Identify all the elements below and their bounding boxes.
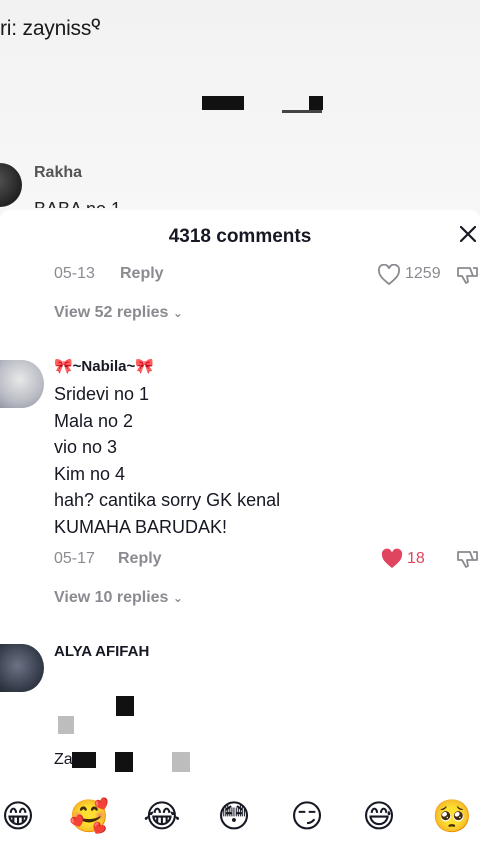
reply-button[interactable]: Reply: [120, 265, 164, 283]
chevron-down-icon: ⌄: [172, 591, 183, 605]
like-count: 1259: [405, 265, 441, 282]
close-icon: [459, 225, 477, 243]
redacted-block: [309, 96, 323, 110]
comment-line: Kim no 4: [54, 463, 126, 484]
emoji-smirk[interactable]: 😏: [287, 796, 327, 836]
view-replies-button[interactable]: View 52 replies ⌄: [54, 304, 183, 322]
dislike-button[interactable]: [456, 264, 480, 286]
redacted-block: [115, 752, 133, 772]
comment-line: KUMAHA BARUDAK!: [54, 516, 228, 537]
avatar[interactable]: [0, 360, 44, 408]
search-icon: Q: [91, 16, 101, 30]
comment-line: Mala no 2: [54, 410, 134, 431]
comment-username[interactable]: 🎀~Nabila~🎀: [54, 357, 154, 375]
comment-text: Sridevi no 1 Mala no 2 vio no 3 Kim no 4…: [54, 381, 280, 540]
heart-outline-icon: [377, 263, 401, 286]
view-replies-button[interactable]: View 10 replies ⌄: [54, 589, 183, 607]
thumbs-down-icon: [457, 551, 478, 568]
like-button[interactable]: [377, 263, 401, 286]
comment-line: hah? cantika sorry GK kenal: [54, 490, 281, 510]
heart-filled-icon: [381, 548, 403, 568]
comment-line: Sridevi no 1: [54, 384, 150, 404]
chevron-down-icon: ⌄: [172, 306, 183, 320]
comments-count-title: 4318 comments: [168, 226, 312, 247]
view-replies-label: View 52 replies: [54, 304, 169, 321]
dislike-button[interactable]: [456, 548, 480, 570]
emoji-hearts-face[interactable]: 🥰: [69, 796, 109, 836]
emoji-grin[interactable]: 😁: [0, 796, 38, 836]
redacted-block: [282, 110, 322, 113]
view-replies-label: View 10 replies: [54, 589, 169, 606]
search-hint[interactable]: ri: zaynissQ: [0, 16, 101, 41]
redacted-block: [116, 696, 134, 716]
thumbs-down-icon: [457, 267, 478, 284]
comment-text: BABA no 1: [34, 196, 121, 208]
redacted-block: [202, 96, 244, 110]
emoji-flushed[interactable]: 😳: [214, 796, 254, 836]
like-count: 18: [407, 550, 425, 567]
comment-username[interactable]: ALYA AFIFAH: [54, 643, 149, 660]
redacted-block: [58, 716, 74, 734]
close-button[interactable]: [456, 221, 480, 247]
emoji-pleading[interactable]: 🥺: [432, 796, 472, 836]
comment-line: vio no 3: [54, 437, 118, 457]
redacted-block: [172, 752, 190, 772]
redacted-block: [72, 752, 96, 768]
comment-text: Za: [54, 751, 73, 768]
avatar[interactable]: [0, 644, 44, 692]
reply-button[interactable]: Reply: [118, 550, 162, 568]
search-hint-text: ri: zayniss: [0, 17, 92, 40]
emoji-joy[interactable]: 😂: [142, 796, 182, 836]
comment-date: 05-17: [54, 550, 95, 567]
like-button[interactable]: [379, 548, 405, 570]
comment-date: 05-13: [54, 265, 95, 282]
comment-username[interactable]: Rakha: [34, 164, 82, 182]
emoji-sweat-smile[interactable]: 😅: [359, 796, 399, 836]
